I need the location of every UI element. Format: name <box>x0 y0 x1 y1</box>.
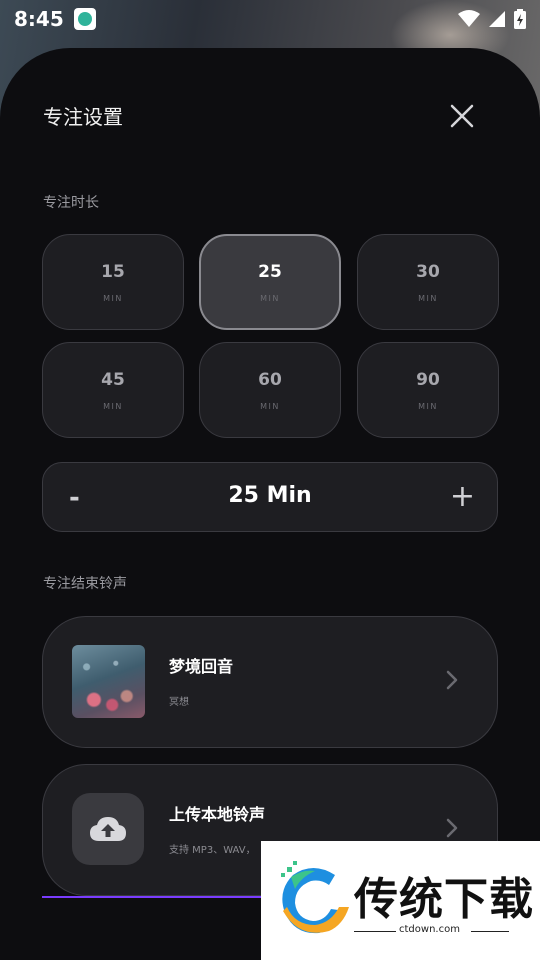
chevron-right-icon <box>446 818 458 838</box>
duration-unit: MIN <box>418 293 438 303</box>
duration-option-15[interactable]: 15 MIN <box>42 234 184 330</box>
watermark-text: 传统下载 <box>354 874 534 925</box>
duration-value: 15 <box>101 261 125 282</box>
ringtone-section-label: 专注结束铃声 <box>43 576 127 592</box>
watermark-overlay: 传统下载 ctdown.com <box>261 841 540 960</box>
ringtone-title: 梦境回音 <box>169 657 234 676</box>
duration-option-25[interactable]: 25 MIN <box>199 234 341 330</box>
duration-option-90[interactable]: 90 MIN <box>357 342 499 438</box>
duration-value: 60 <box>258 369 282 390</box>
watermark-divider <box>354 931 396 932</box>
status-bar: 8:45 <box>0 0 540 38</box>
stepper-value: 25 Min <box>228 483 312 508</box>
app-notification-icon <box>73 8 96 30</box>
duration-value: 45 <box>101 369 125 390</box>
status-time: 8:45 <box>14 7 64 31</box>
ringtone-title: 上传本地铃声 <box>169 805 266 824</box>
accent-progress-line <box>42 896 266 898</box>
duration-value: 25 <box>258 261 282 282</box>
increase-button[interactable]: + <box>450 479 475 514</box>
duration-unit: MIN <box>260 293 280 303</box>
watermark-logo-icon <box>281 861 349 934</box>
chevron-right-icon <box>446 670 458 690</box>
watermark-url: ctdown.com <box>399 924 460 935</box>
wifi-icon <box>458 10 480 27</box>
ringtone-subtitle: 支持 MP3、WAV， <box>169 845 256 856</box>
duration-unit: MIN <box>418 401 438 411</box>
duration-section-label: 专注时长 <box>43 195 99 211</box>
duration-stepper: - 25 Min + <box>42 462 498 532</box>
close-button[interactable] <box>446 100 478 132</box>
duration-option-30[interactable]: 30 MIN <box>357 234 499 330</box>
duration-options-grid: 15 MIN 25 MIN 30 MIN 45 MIN 60 MIN 90 MI… <box>42 234 499 438</box>
upload-tile <box>72 793 144 865</box>
cloud-upload-icon <box>90 817 126 841</box>
duration-value: 90 <box>416 369 440 390</box>
status-icons <box>458 9 526 29</box>
close-icon <box>450 104 474 128</box>
sheet-title: 专注设置 <box>43 105 123 129</box>
duration-option-60[interactable]: 60 MIN <box>199 342 341 438</box>
duration-unit: MIN <box>103 293 123 303</box>
duration-unit: MIN <box>103 401 123 411</box>
battery-icon <box>514 9 526 29</box>
ringtone-item-dream-echo[interactable]: 梦境回音 冥想 <box>42 616 498 748</box>
signal-icon <box>489 11 505 27</box>
watermark-divider <box>471 931 509 932</box>
duration-value: 30 <box>416 261 440 282</box>
duration-option-45[interactable]: 45 MIN <box>42 342 184 438</box>
duration-unit: MIN <box>260 401 280 411</box>
ringtone-subtitle: 冥想 <box>169 697 189 708</box>
focus-settings-sheet: 专注设置 专注时长 15 MIN 25 MIN 30 MIN 45 MIN 60… <box>0 48 540 960</box>
ringtone-cover-image <box>72 645 145 718</box>
